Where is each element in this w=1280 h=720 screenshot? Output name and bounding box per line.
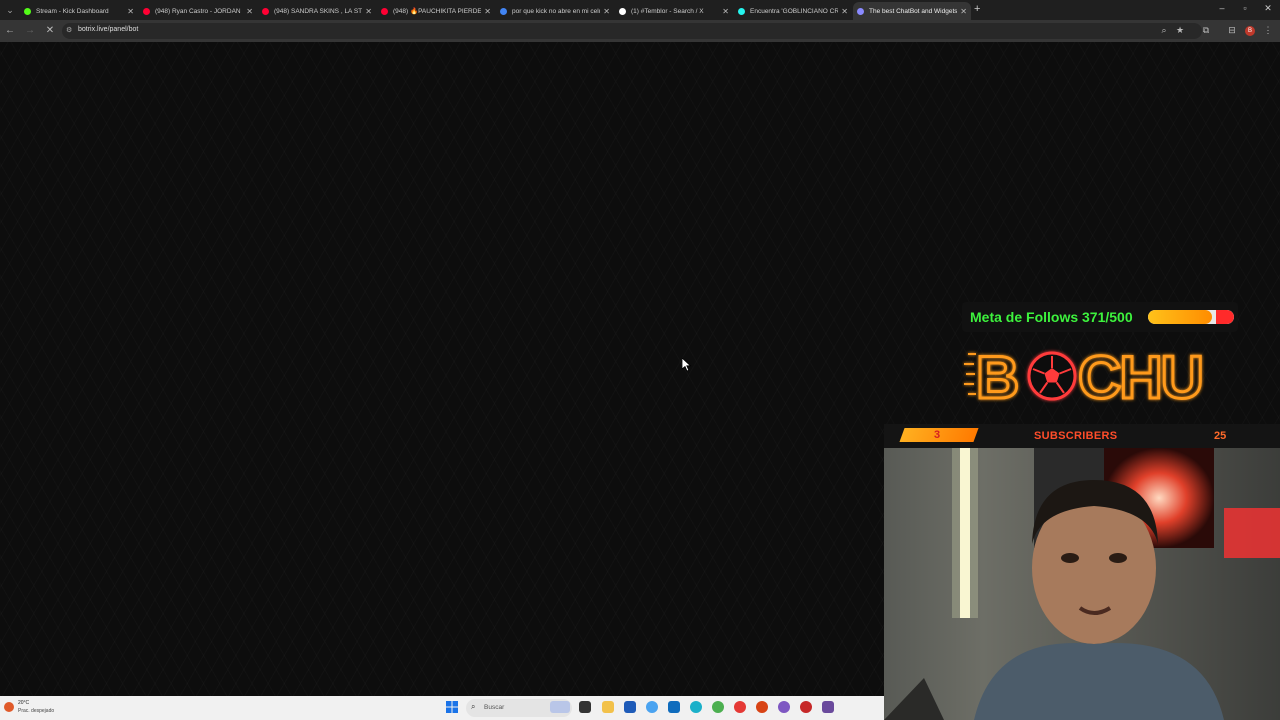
youtube-icon bbox=[262, 7, 269, 15]
webcam-feed bbox=[884, 448, 1280, 720]
windows-taskbar: 20°C Prac. despejado ⌕ Buscar bbox=[0, 696, 884, 720]
maximize-button[interactable]: ▫ bbox=[1238, 3, 1252, 13]
weather-icon bbox=[4, 702, 14, 712]
google-icon bbox=[500, 7, 507, 15]
subscribers-widget: 3 SUBSCRIBERS 25 bbox=[884, 424, 1280, 448]
follow-goal-fill bbox=[1148, 310, 1212, 324]
tab-youtube-3[interactable]: (948) 🔥PAUCHIKITA PIERDE EL ✕ bbox=[377, 2, 495, 20]
forward-button[interactable]: → bbox=[24, 25, 36, 36]
back-button[interactable]: ← bbox=[4, 25, 16, 36]
follow-goal-widget: Meta de Follows 371/500 bbox=[962, 302, 1238, 332]
follow-goal-bar bbox=[1148, 310, 1234, 324]
tab-title: (948) 🔥PAUCHIKITA PIERDE EL bbox=[393, 8, 482, 15]
webcam-image bbox=[884, 448, 1280, 720]
tab-youtube-1[interactable]: (948) Ryan Castro - JORDAN ✕ bbox=[139, 2, 257, 20]
tab-tiktok[interactable]: Encuentra 'GOBLINCIANO CRI ✕ bbox=[734, 2, 852, 20]
extensions-icon[interactable]: ⧉ bbox=[1200, 25, 1212, 36]
chrome-profile-icon[interactable] bbox=[734, 701, 746, 713]
chrome-icon[interactable] bbox=[712, 701, 724, 713]
minimize-button[interactable]: – bbox=[1215, 3, 1229, 13]
menu-icon[interactable]: ⋮ bbox=[1262, 25, 1274, 36]
close-icon[interactable]: ✕ bbox=[246, 7, 253, 16]
new-tab-button[interactable]: + bbox=[974, 3, 980, 15]
close-icon[interactable]: ✕ bbox=[960, 7, 967, 16]
url-text: botrix.live/panel/bot bbox=[78, 26, 139, 33]
copilot-icon[interactable] bbox=[646, 701, 658, 713]
site-info-icon[interactable]: ⚙ bbox=[66, 26, 72, 34]
tab-botrix[interactable]: The best ChatBot and Widgets ✕ bbox=[853, 2, 971, 20]
weather-description: Prac. despejado bbox=[18, 708, 55, 714]
close-icon[interactable]: ✕ bbox=[841, 7, 848, 16]
tab-title: The best ChatBot and Widgets bbox=[869, 7, 958, 15]
subscribers-count: 25 bbox=[1214, 430, 1227, 442]
weather-widget[interactable]: 20°C Prac. despejado bbox=[4, 699, 84, 717]
speed-lines-icon bbox=[964, 353, 976, 395]
youtube-icon bbox=[143, 7, 150, 15]
close-icon[interactable]: ✕ bbox=[603, 7, 610, 16]
tiktok-icon bbox=[738, 7, 745, 15]
tab-title: por que kick no abre en mi celu bbox=[512, 7, 601, 15]
tab-title: Encuentra 'GOBLINCIANO CRI bbox=[750, 7, 839, 15]
tab-title: Stream - Kick Dashboard bbox=[36, 7, 109, 15]
soccer-ball-icon bbox=[1027, 351, 1077, 401]
tab-youtube-2[interactable]: (948) SANDRA SKINS , LA STR ✕ bbox=[258, 2, 376, 20]
botrix-icon bbox=[857, 7, 864, 15]
app-icon[interactable] bbox=[778, 701, 790, 713]
tab-title: (948) Ryan Castro - JORDAN bbox=[155, 7, 241, 15]
task-view-icon[interactable] bbox=[579, 701, 591, 713]
outlook-icon[interactable] bbox=[668, 701, 680, 713]
obs-icon[interactable] bbox=[800, 701, 812, 713]
store-icon[interactable] bbox=[624, 701, 636, 713]
youtube-icon bbox=[381, 7, 388, 15]
search-icon: ⌕ bbox=[471, 702, 476, 711]
tab-google-search[interactable]: por que kick no abre en mi celu ✕ bbox=[496, 2, 614, 20]
tab-kick-dashboard[interactable]: Stream - Kick Dashboard ✕ bbox=[20, 2, 138, 20]
window-close-button[interactable]: ✕ bbox=[1261, 3, 1275, 14]
sub-badge-value: 3 bbox=[934, 429, 941, 441]
file-explorer-icon[interactable] bbox=[602, 701, 614, 713]
edge-icon[interactable] bbox=[690, 701, 702, 713]
tab-search-icon[interactable]: ⌄ bbox=[4, 4, 16, 16]
search-placeholder: Buscar bbox=[484, 704, 505, 711]
tab-x-search[interactable]: (1) #Temblor - Search / X ✕ bbox=[615, 2, 733, 20]
search-highlight-icon[interactable] bbox=[550, 701, 570, 713]
weather-temperature: 20°C bbox=[18, 700, 30, 706]
streaming-app-icon[interactable] bbox=[822, 701, 834, 713]
x-icon bbox=[619, 7, 626, 15]
address-bar[interactable]: ⚙ botrix.live/panel/bot bbox=[62, 23, 1202, 39]
subscribers-label: SUBSCRIBERS bbox=[1034, 430, 1118, 442]
channel-logo: B CHU bbox=[964, 343, 1206, 410]
windows-start-icon[interactable] bbox=[446, 701, 458, 713]
tab-title: (948) SANDRA SKINS , LA STR bbox=[274, 7, 363, 15]
tab-title: (1) #Temblor - Search / X bbox=[631, 7, 704, 15]
close-icon[interactable]: ✕ bbox=[127, 7, 134, 16]
profile-avatar[interactable]: B bbox=[1245, 26, 1255, 36]
stop-loading-button[interactable]: ✕ bbox=[44, 25, 56, 36]
bookmark-star-icon[interactable]: ★ bbox=[1174, 25, 1186, 36]
follow-goal-bar-end bbox=[1216, 310, 1234, 324]
close-icon[interactable]: ✕ bbox=[484, 7, 491, 16]
close-icon[interactable]: ✕ bbox=[722, 7, 729, 16]
tab-strip: ⌄ Stream - Kick Dashboard ✕ (948) Ryan C… bbox=[0, 0, 1280, 20]
logo-text: B CHU bbox=[976, 344, 1202, 410]
mouse-cursor-icon bbox=[682, 358, 692, 372]
cast-icon[interactable]: ⊟ bbox=[1226, 25, 1238, 36]
zoom-icon[interactable]: ⌕ bbox=[1158, 25, 1170, 36]
chrome-profile-2-icon[interactable] bbox=[756, 701, 768, 713]
follow-goal-text: Meta de Follows 371/500 bbox=[970, 309, 1133, 325]
kick-icon bbox=[24, 7, 31, 15]
browser-toolbar: ← → ✕ ⚙ botrix.live/panel/bot ⌕ ★ ⧉ ⊟ ⋮ bbox=[0, 20, 1280, 42]
close-icon[interactable]: ✕ bbox=[365, 7, 372, 16]
